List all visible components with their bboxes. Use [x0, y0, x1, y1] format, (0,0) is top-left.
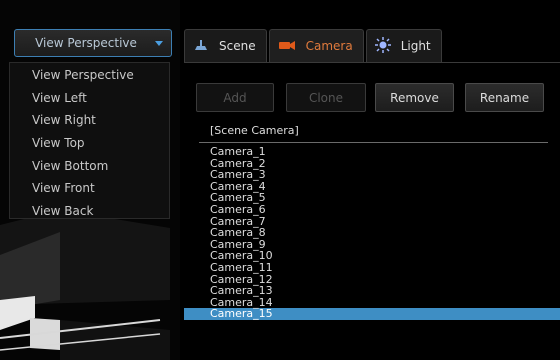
camera-icon [278, 39, 296, 54]
list-item[interactable]: Camera_11 [184, 262, 560, 274]
tab-camera-label: Camera [305, 39, 353, 53]
clone-button[interactable]: Clone [286, 83, 366, 112]
chevron-down-icon [155, 41, 163, 46]
list-item[interactable]: Camera_8 [184, 227, 560, 239]
tab-scene[interactable]: Scene [184, 29, 267, 62]
tab-camera[interactable]: Camera [268, 29, 364, 62]
rename-button[interactable]: Rename [465, 83, 544, 112]
view-menu-item-top[interactable]: View Top [10, 132, 169, 155]
view-menu-item-bottom[interactable]: View Bottom [10, 155, 169, 178]
view-dropdown-value: View Perspective [35, 36, 137, 50]
add-button[interactable]: Add [196, 83, 274, 112]
list-item[interactable]: Camera_13 [184, 285, 560, 297]
view-menu-item-right[interactable]: View Right [10, 109, 169, 132]
view-menu-item-left[interactable]: View Left [10, 87, 169, 110]
view-menu: View Perspective View Left View Right Vi… [9, 62, 170, 219]
remove-button[interactable]: Remove [375, 83, 454, 112]
tab-light-label: Light [400, 39, 431, 53]
light-icon [374, 36, 391, 56]
camera-list: Camera_1 Camera_2 Camera_3 Camera_4 Came… [184, 146, 560, 320]
view-menu-item-perspective[interactable]: View Perspective [10, 64, 169, 87]
view-menu-item-back[interactable]: View Back [10, 200, 169, 223]
list-item-selected[interactable]: Camera_15 [184, 308, 560, 320]
3d-viewport[interactable]: View Perspective View Perspective View L… [0, 0, 180, 360]
list-item[interactable]: Camera_1 [184, 146, 560, 158]
panel-tabs: Scene Camera Light [184, 29, 444, 62]
list-divider [199, 142, 548, 143]
tab-light[interactable]: Light [365, 29, 442, 62]
list-item[interactable]: Camera_6 [184, 204, 560, 216]
view-perspective-dropdown[interactable]: View Perspective [14, 29, 172, 57]
scene-camera-header[interactable]: [Scene Camera] [210, 124, 299, 137]
tab-scene-label: Scene [219, 39, 256, 53]
view-menu-item-front[interactable]: View Front [10, 177, 169, 200]
scene-icon [193, 38, 209, 55]
